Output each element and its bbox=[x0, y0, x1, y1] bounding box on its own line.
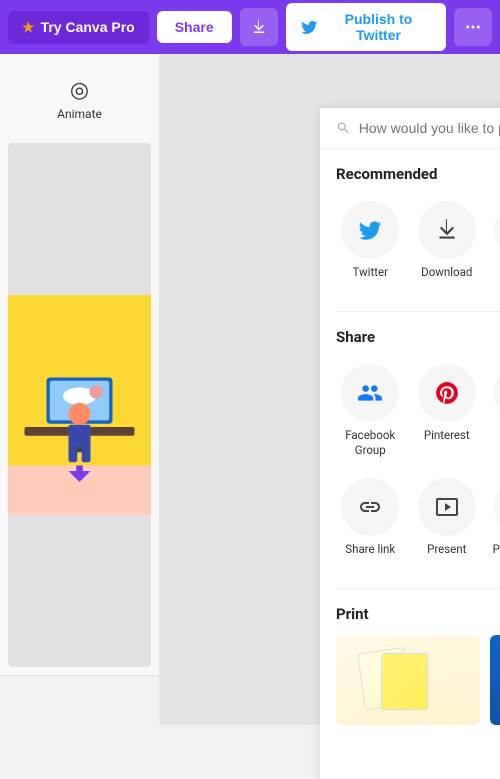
schedule-circle: ★ bbox=[494, 201, 500, 259]
present-record-circle bbox=[494, 478, 500, 536]
animate-icon: ◎ bbox=[70, 78, 89, 103]
toolbar: ★ Try Canva Pro Share Publish to Twitter bbox=[0, 0, 500, 54]
recommended-item-twitter[interactable]: Twitter bbox=[336, 195, 405, 301]
search-bar bbox=[320, 108, 500, 149]
canvas-illustration bbox=[8, 143, 151, 667]
twitter-label: Twitter bbox=[353, 265, 389, 280]
share-link-label: Share link bbox=[345, 542, 395, 557]
share-item-link[interactable]: Share link bbox=[336, 472, 405, 578]
share-item-slack[interactable]: Slack bbox=[489, 358, 500, 464]
twitter-icon bbox=[300, 17, 318, 37]
link-circle bbox=[341, 478, 399, 536]
recommended-item-download[interactable]: Download bbox=[413, 195, 482, 301]
share-button[interactable]: Share bbox=[157, 11, 232, 43]
print-grid: CHILDREN'S BOOK CLUB — Est. 2021 — bbox=[336, 635, 500, 725]
print-section-title: Print bbox=[336, 605, 500, 623]
crown-icon: ★ bbox=[22, 19, 35, 36]
recommended-section-title: Recommended bbox=[336, 165, 500, 183]
download-label: Download bbox=[421, 265, 472, 280]
panel-scroll-area[interactable]: Recommended Twitter bbox=[320, 149, 500, 779]
canvas-thumbnail-area bbox=[8, 143, 151, 667]
share-item-present[interactable]: Present bbox=[413, 472, 482, 578]
share-section-title: Share bbox=[336, 328, 500, 346]
twitter-circle bbox=[341, 201, 399, 259]
pinterest-label: Pinterest bbox=[424, 428, 470, 443]
share-grid: Facebook Group Pinterest bbox=[336, 358, 500, 578]
search-icon bbox=[336, 120, 351, 136]
present-label: Present bbox=[427, 542, 466, 557]
pinterest-circle bbox=[418, 364, 476, 422]
share-item-pinterest[interactable]: Pinterest bbox=[413, 358, 482, 464]
present-circle bbox=[418, 478, 476, 536]
print-thumb-2[interactable]: CHILDREN'S BOOK CLUB — Est. 2021 — bbox=[490, 635, 500, 725]
recommended-item-schedule[interactable]: ★ Schedule bbox=[489, 195, 500, 301]
search-input[interactable] bbox=[359, 120, 500, 136]
more-options-button[interactable] bbox=[454, 8, 492, 46]
publish-dropdown-panel: Recommended Twitter bbox=[320, 108, 500, 779]
divider-1 bbox=[336, 311, 500, 312]
canvas-background: Recommended Twitter bbox=[160, 54, 500, 725]
sidebar: ◎ Animate bbox=[0, 54, 160, 725]
main-area: ◎ Animate bbox=[0, 54, 500, 725]
publish-twitter-button[interactable]: Publish to Twitter bbox=[286, 3, 446, 51]
recommended-grid: Twitter Download bbox=[336, 195, 500, 301]
slack-circle bbox=[494, 364, 500, 422]
facebook-group-label: Facebook Group bbox=[338, 428, 403, 458]
download-icon bbox=[250, 18, 268, 36]
divider-2 bbox=[336, 588, 500, 589]
present-record-label: Present and record bbox=[491, 542, 500, 572]
try-canva-button[interactable]: ★ Try Canva Pro bbox=[8, 11, 149, 44]
download-circle bbox=[418, 201, 476, 259]
share-item-present-record[interactable]: Present and record bbox=[489, 472, 500, 578]
print-thumb-1[interactable] bbox=[336, 635, 480, 725]
canvas-bottom-bar bbox=[0, 675, 159, 725]
share-item-facebook-group[interactable]: Facebook Group bbox=[336, 358, 405, 464]
facebook-group-circle bbox=[341, 364, 399, 422]
sidebar-item-animate[interactable]: ◎ Animate bbox=[0, 64, 159, 135]
download-button[interactable] bbox=[240, 8, 278, 46]
more-icon bbox=[464, 18, 482, 36]
